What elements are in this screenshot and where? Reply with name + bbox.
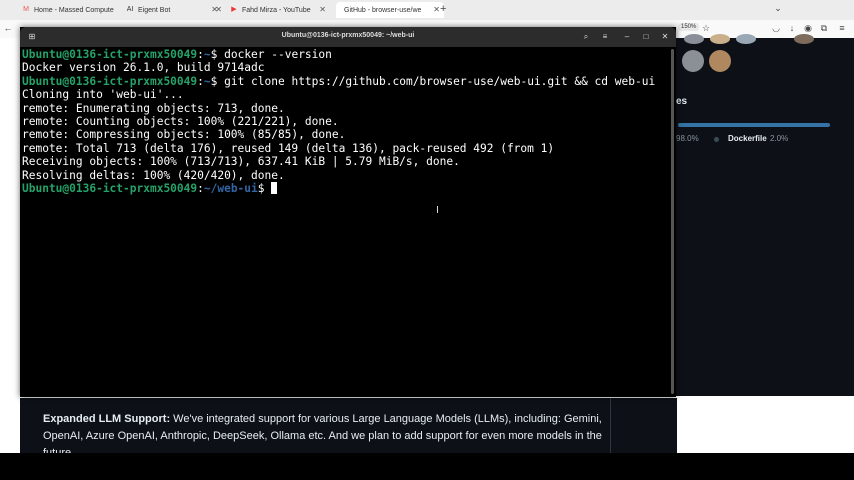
minimize-icon[interactable]: – — [621, 31, 633, 43]
prompt-path: ~ — [203, 74, 211, 88]
download-icon[interactable]: ↓ — [786, 23, 798, 33]
terminal-output-line: remote: Enumerating objects: 713, done. — [22, 102, 662, 115]
output-text: Cloning into 'web-ui'... — [22, 88, 184, 102]
language-bar — [678, 123, 830, 127]
terminal-prompt-line: Ubuntu@0136-ict-prxmx50049:~$ git clone … — [22, 75, 662, 88]
close-icon[interactable]: ✕ — [215, 5, 222, 14]
terminal-output-line: remote: Compressing objects: 100% (85/85… — [22, 128, 662, 141]
pocket-icon[interactable]: ◡ — [770, 23, 782, 34]
output-text: remote: Counting objects: 100% (221/221)… — [22, 114, 339, 128]
zoom-level[interactable]: 150% — [678, 23, 700, 31]
tab-label: GitHub - browser-use/we — [344, 6, 422, 14]
terminal-prompt-line: Ubuntu@0136-ict-prxmx50049:~$ docker --v… — [22, 48, 662, 61]
bottom-bar — [0, 453, 854, 480]
new-tab-icon[interactable]: + — [440, 3, 446, 15]
prompt-separator: : — [197, 181, 204, 195]
browser-tab-bar: M Home - Massed Compute ✕ AI Eigent Bot … — [0, 0, 854, 20]
close-icon[interactable]: ✕ — [319, 5, 326, 14]
readme-section: Expanded LLM Support: We've integrated s… — [20, 398, 610, 459]
output-text: remote: Enumerating objects: 713, done. — [22, 101, 285, 115]
terminal-output[interactable]: Ubuntu@0136-ict-prxmx50049:~$ docker --v… — [22, 48, 662, 393]
avatar[interactable] — [709, 50, 731, 72]
tab-youtube[interactable]: ▶ Fahd Mirza - YouTube ✕ — [230, 2, 330, 18]
text-cursor-icon: I — [436, 205, 439, 216]
readme-side — [610, 398, 677, 453]
tab-eigent-bot[interactable]: AI Eigent Bot ✕ — [126, 2, 226, 18]
avatar[interactable] — [710, 34, 730, 44]
terminal-output-line: remote: Total 713 (delta 176), reused 14… — [22, 142, 662, 155]
avatar[interactable] — [736, 34, 756, 44]
command-text: docker --version — [217, 48, 332, 61]
account-icon[interactable]: ◉ — [802, 23, 814, 34]
output-text: remote: Compressing objects: 100% (85/85… — [22, 128, 346, 142]
tab-label: Fahd Mirza - YouTube — [242, 6, 311, 14]
tab-github[interactable]: GitHub - browser-use/we ✕ — [336, 2, 444, 18]
output-text: Docker version 26.1.0, build 9714adc — [22, 61, 265, 75]
search-icon[interactable]: ⌕ — [580, 31, 592, 43]
close-icon[interactable]: ✕ — [659, 31, 671, 43]
gmail-icon: M — [23, 6, 29, 13]
terminal-scrollbar[interactable] — [671, 49, 674, 394]
terminal-output-line: Docker version 26.1.0, build 9714adc — [22, 61, 662, 74]
languages-heading: es — [676, 96, 688, 107]
terminal-output-line: Cloning into 'web-ui'... — [22, 88, 662, 101]
youtube-icon: ▶ — [231, 6, 237, 13]
terminal-cursor — [271, 181, 278, 194]
avatar[interactable] — [684, 34, 704, 44]
ai-icon: AI — [126, 6, 134, 13]
back-icon[interactable]: ← — [2, 23, 14, 33]
command-text: git clone https://github.com/browser-use… — [217, 74, 656, 88]
language-color-dot — [714, 137, 719, 142]
terminal-window[interactable]: ⊞ Ubuntu@0136-ict-prxmx50049: ~/web-ui ⌕… — [20, 27, 676, 397]
chevron-down-icon[interactable]: ⌄ — [772, 3, 784, 14]
star-icon[interactable]: ☆ — [700, 23, 712, 34]
repo-sidebar — [676, 34, 854, 396]
output-text: Receiving objects: 100% (713/713), 637.4… — [22, 155, 460, 169]
menu-icon[interactable]: ≡ — [599, 31, 611, 43]
terminal-titlebar[interactable]: ⊞ Ubuntu@0136-ict-prxmx50049: ~/web-ui ⌕… — [20, 27, 676, 47]
terminal-output-line: Resolving deltas: 100% (420/420), done. — [22, 169, 662, 182]
prompt-user: Ubuntu@0136-ict-prxmx50049 — [22, 74, 198, 88]
language-percent: 98.0% — [676, 134, 699, 143]
output-text: remote: Total 713 (delta 176), reused 14… — [22, 141, 555, 155]
tab-list-icon[interactable] — [0, 2, 4, 18]
output-text: Resolving deltas: 100% (420/420), done. — [22, 168, 285, 182]
prompt-symbol: $ — [257, 181, 265, 195]
prompt-path: ~ — [203, 48, 211, 61]
menu-icon[interactable]: ≡ — [836, 23, 848, 33]
language-percent: 2.0% — [770, 134, 789, 143]
close-icon[interactable]: ✕ — [433, 5, 440, 14]
command-text — [265, 182, 272, 195]
terminal-prompt-line: Ubuntu@0136-ict-prxmx50049:~/web-ui$ — [22, 181, 662, 195]
tab-label: Home - Massed Compute — [34, 6, 114, 14]
prompt-separator: : — [197, 74, 204, 88]
prompt-path: ~/web-ui — [203, 181, 258, 195]
prompt-user: Ubuntu@0136-ict-prxmx50049 — [22, 181, 198, 195]
prompt-user: Ubuntu@0136-ict-prxmx50049 — [22, 48, 198, 61]
extensions-icon[interactable]: ⧉ — [818, 23, 830, 34]
readme-bold: Expanded LLM Support: — [43, 413, 171, 425]
maximize-icon[interactable]: □ — [640, 31, 652, 43]
terminal-output-line: remote: Counting objects: 100% (221/221)… — [22, 115, 662, 128]
language-name[interactable]: Dockerfile — [728, 134, 767, 143]
terminal-output-line: Receiving objects: 100% (713/713), 637.4… — [22, 155, 662, 168]
prompt-separator: : — [197, 48, 204, 61]
tab-label: Eigent Bot — [138, 6, 171, 14]
avatar[interactable] — [794, 34, 814, 44]
avatar[interactable] — [682, 50, 704, 72]
terminal-title: Ubuntu@0136-ict-prxmx50049: ~/web-ui — [281, 32, 415, 39]
